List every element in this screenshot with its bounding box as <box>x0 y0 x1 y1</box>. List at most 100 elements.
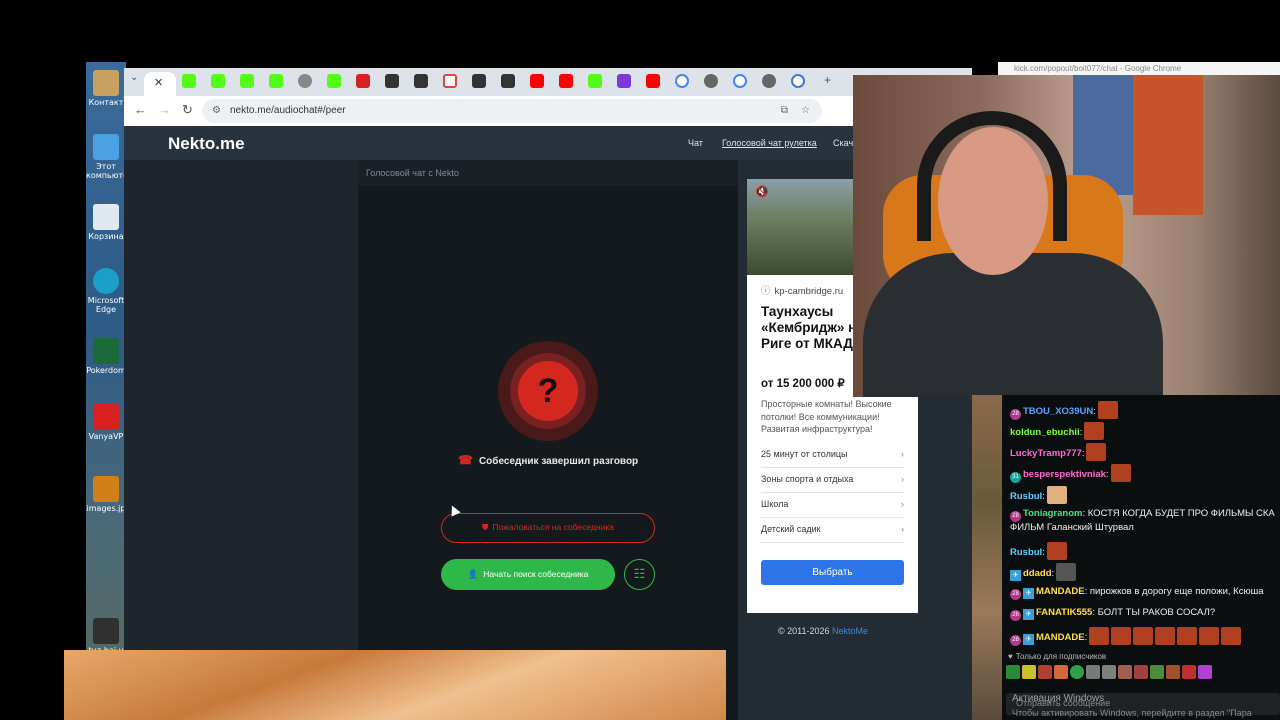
chat-username[interactable]: Rusbul <box>1010 547 1042 558</box>
tab-kick[interactable] <box>240 74 254 88</box>
reload-icon[interactable]: ↻ <box>182 102 193 118</box>
back-icon[interactable]: ← <box>134 102 147 117</box>
tab-chrome[interactable] <box>704 74 718 88</box>
chat-username[interactable]: ddadd <box>1023 568 1052 579</box>
emote-icon[interactable] <box>1054 665 1068 679</box>
site-logo[interactable]: Nekto.me <box>168 134 245 154</box>
tab-purple[interactable] <box>617 74 631 88</box>
tab-steam[interactable] <box>501 74 515 88</box>
chat-username[interactable]: Rusbul <box>1010 491 1042 502</box>
ad-link-item[interactable]: 25 минут от столицы › <box>761 443 904 468</box>
chat-message: Rusbul: <box>1010 542 1280 560</box>
mute-icon[interactable]: 🔇 <box>755 185 769 198</box>
browser-window: ⌄ ✕ + ← → ↻ ⚙ nekto.me/audiochat#/peer ⧉ <box>124 68 972 720</box>
site-info-icon[interactable]: ⚙ <box>212 99 221 123</box>
new-tab-button[interactable]: + <box>824 73 831 87</box>
desktop-icon-pokerdom[interactable]: Pokerdom <box>86 338 126 375</box>
nav-link-voice-roulette[interactable]: Голосовой чат рулетка <box>722 138 817 148</box>
chat-username[interactable]: MANDADE <box>1036 586 1085 597</box>
emote-icon <box>1089 627 1110 645</box>
tab-steam[interactable] <box>414 74 428 88</box>
chat-message: 28 TBOU_XO39UN: <box>1010 401 1280 420</box>
question-mark-icon: ? <box>518 361 578 421</box>
install-app-icon[interactable]: ⧉ <box>781 99 788 123</box>
tab-google[interactable] <box>675 74 689 88</box>
chat-message: LuckyTramp777: <box>1010 443 1280 461</box>
desktop-icon-recycle-bin[interactable]: Корзина <box>86 204 126 241</box>
tab-youtube[interactable] <box>530 74 544 88</box>
emote-icon[interactable] <box>1134 665 1148 679</box>
chat-text: : <box>1081 448 1085 459</box>
ad-link-item[interactable]: Детский садик › <box>761 518 904 543</box>
chat-message: koldun_ebuchii: <box>1010 422 1280 440</box>
emote-icon[interactable] <box>1070 665 1084 679</box>
tab-gmail[interactable] <box>443 74 457 88</box>
emote-icon[interactable] <box>1038 665 1052 679</box>
start-search-button[interactable]: 👤 Начать поиск собеседника <box>441 559 615 590</box>
chat-message: ✈ ddadd: <box>1010 563 1280 581</box>
ad-link-label: 25 минут от столицы <box>761 449 848 459</box>
chevron-right-icon: › <box>901 449 904 459</box>
emote-icon[interactable] <box>1102 665 1116 679</box>
chat-username[interactable]: koldun_ebuchii <box>1010 427 1080 438</box>
tab-history[interactable] <box>791 74 805 88</box>
copyright-link[interactable]: NektoMe <box>832 626 868 636</box>
chat-message: Rusbul: <box>1010 486 1280 504</box>
tab-kick[interactable] <box>211 74 225 88</box>
tab-active[interactable]: ✕ <box>144 72 176 96</box>
ad-choose-button[interactable]: Выбрать <box>761 560 904 585</box>
browser-toolbar: ← → ↻ ⚙ nekto.me/audiochat#/peer ⧉ ☆ <box>124 96 972 126</box>
tab-kick[interactable] <box>182 74 196 88</box>
emote-icon[interactable] <box>1150 665 1164 679</box>
chat-username[interactable]: MANDADE <box>1036 632 1085 643</box>
tab-youtube[interactable] <box>646 74 660 88</box>
filter-settings-button[interactable]: ☷ <box>624 559 655 590</box>
emote-icon[interactable] <box>1166 665 1180 679</box>
tab-steam[interactable] <box>385 74 399 88</box>
tab-kick[interactable] <box>269 74 283 88</box>
nav-link-chat[interactable]: Чат <box>688 138 703 148</box>
desktop-icon-edge[interactable]: Microsoft Edge <box>86 268 126 314</box>
chat-username[interactable]: besperspektivniak <box>1023 469 1106 480</box>
emote-icon[interactable] <box>1022 665 1036 679</box>
desktop-wallpaper-strip <box>972 395 1002 720</box>
verified-badge: ✈ <box>1023 609 1034 620</box>
tab-youtube[interactable] <box>559 74 573 88</box>
tab-kick[interactable] <box>327 74 341 88</box>
tab-steam[interactable] <box>472 74 486 88</box>
emote-icon <box>1097 401 1118 419</box>
emote-icon[interactable] <box>1118 665 1132 679</box>
chat-username[interactable]: TBOU_XO39UN <box>1023 406 1093 417</box>
ad-domain-text: kp-cambridge.ru <box>774 286 844 297</box>
ad-domain[interactable]: ⓘ kp-cambridge.ru <box>761 283 843 297</box>
bookmark-star-icon[interactable]: ☆ <box>801 99 810 123</box>
desktop-icon-label: Microsoft Edge <box>87 296 125 314</box>
close-tab-icon[interactable]: ✕ <box>154 76 163 89</box>
forward-icon[interactable]: → <box>158 102 171 117</box>
ad-link-item[interactable]: Зоны спорта и отдыха › <box>761 468 904 493</box>
address-bar[interactable]: ⚙ nekto.me/audiochat#/peer ⧉ ☆ <box>202 99 822 123</box>
tab-kick[interactable] <box>588 74 602 88</box>
desktop-icon-contacts[interactable]: Контакт <box>86 70 126 107</box>
emote-icon[interactable] <box>1086 665 1100 679</box>
emote-icon <box>1155 627 1176 645</box>
desktop-icon-images[interactable]: images.jp <box>86 476 126 513</box>
tab-google[interactable] <box>733 74 747 88</box>
chat-message: 28 ✈ FANATIK555: БОЛТ ТЫ РАКОВ СОСАЛ? <box>1010 606 1280 621</box>
desktop-icon-vanyavp[interactable]: VanyaVP <box>86 404 126 441</box>
chat-username[interactable]: FANATIK555 <box>1036 607 1092 618</box>
emote-icon[interactable] <box>1006 665 1020 679</box>
emote-icon[interactable] <box>1198 665 1212 679</box>
emote-icon <box>1111 627 1132 645</box>
chat-username[interactable]: Toniagranom <box>1023 508 1082 519</box>
report-partner-button[interactable]: ⛊ Пожаловаться на собеседника <box>441 513 655 543</box>
tab-red[interactable] <box>356 74 370 88</box>
tab-globe[interactable] <box>298 74 312 88</box>
tab-list-icon[interactable]: ⌄ <box>130 72 138 83</box>
emote-icon[interactable] <box>1182 665 1196 679</box>
chat-username[interactable]: LuckyTramp777 <box>1010 448 1082 459</box>
desktop-icon-this-pc[interactable]: Этот компьютер <box>86 134 126 180</box>
tab-chrome[interactable] <box>762 74 776 88</box>
ad-link-label: Школа <box>761 499 789 509</box>
ad-link-item[interactable]: Школа › <box>761 493 904 518</box>
